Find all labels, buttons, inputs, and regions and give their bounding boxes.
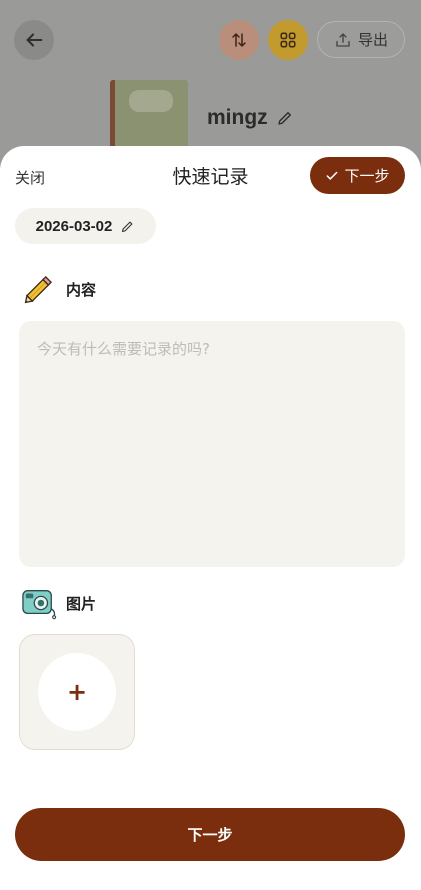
upload-icon: [336, 32, 350, 47]
export-label: 导出: [357, 31, 388, 49]
content-label-text: 内容: [66, 280, 97, 299]
edit-pencil-icon[interactable]: [276, 109, 294, 127]
check-icon: [327, 171, 338, 180]
sort-button[interactable]: [219, 20, 259, 60]
date-chip[interactable]: 2026-03-02: [15, 208, 156, 244]
sort-icon: [232, 32, 246, 48]
export-button[interactable]: 导出: [317, 21, 405, 58]
notebook-cover-label: [129, 90, 173, 112]
grid-icon: [280, 32, 296, 48]
pencil-icon: [24, 275, 53, 304]
add-image-button[interactable]: +: [19, 634, 135, 750]
notebook-name: mingz: [207, 106, 294, 130]
grid-view-button[interactable]: [268, 20, 308, 60]
next-step-top-label: 下一步: [344, 167, 390, 185]
image-section-label: 图片: [20, 586, 96, 620]
back-arrow-icon: [26, 33, 43, 47]
notebook-cover: [110, 80, 188, 150]
camera-icon: [22, 590, 57, 620]
quick-record-sheet: 关闭 快速记录 下一步 2026-03-02 内容 今天有什么需要记录的吗? 图…: [0, 146, 421, 890]
date-value: 2026-03-02: [35, 217, 113, 235]
content-section-label: 内容: [20, 270, 96, 308]
next-step-top-button[interactable]: 下一步: [310, 157, 405, 194]
add-image-plus: +: [38, 653, 116, 731]
back-button[interactable]: [14, 20, 54, 60]
image-label-text: 图片: [66, 594, 97, 613]
notebook-name-text: mingz: [207, 106, 268, 129]
content-textarea[interactable]: [19, 321, 405, 567]
edit-date-icon: [122, 221, 133, 232]
next-step-button[interactable]: 下一步: [15, 808, 405, 861]
